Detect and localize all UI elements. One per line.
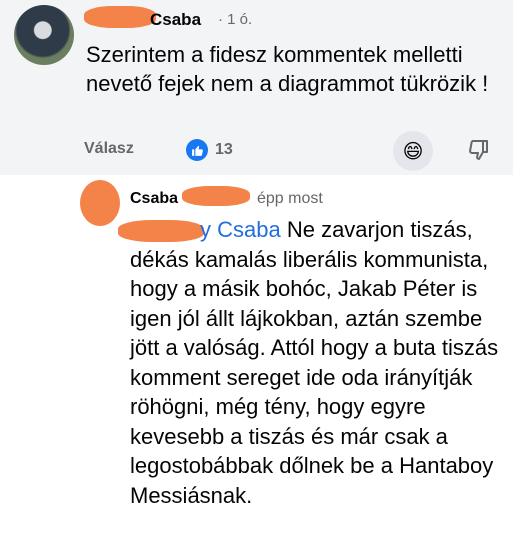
redacted-name-mark [182,186,250,206]
reply-text-block: y Csaba Ne zavarjon tiszás, dékás kamalá… [130,215,505,510]
laughing-emoji-icon: 😄 [402,140,424,163]
avatar[interactable] [80,180,120,226]
reaction-button[interactable]: 😄 [393,131,433,171]
reply-text: Ne zavarjon tiszás, dékás kamalás liberá… [130,217,499,508]
redacted-name-mark [84,6,156,28]
comment-author-name[interactable]: Csaba [150,10,201,30]
comment-text: Szerintem a fidesz kommentek melletti ne… [86,42,489,96]
like-count[interactable]: 13 [215,141,233,159]
like-icon [186,139,208,161]
avatar[interactable] [14,5,74,65]
reply-author-name[interactable]: Csaba [130,190,178,208]
reply-time[interactable]: épp most [257,190,323,208]
reply-button[interactable]: Válasz [84,140,134,158]
dislike-icon[interactable] [467,138,491,162]
parent-comment: Csaba · 1 ó. Szerintem a fidesz kommente… [0,0,513,175]
mention-link[interactable]: y Csaba [200,217,281,242]
comment-time[interactable]: · 1 ó. [218,11,252,28]
